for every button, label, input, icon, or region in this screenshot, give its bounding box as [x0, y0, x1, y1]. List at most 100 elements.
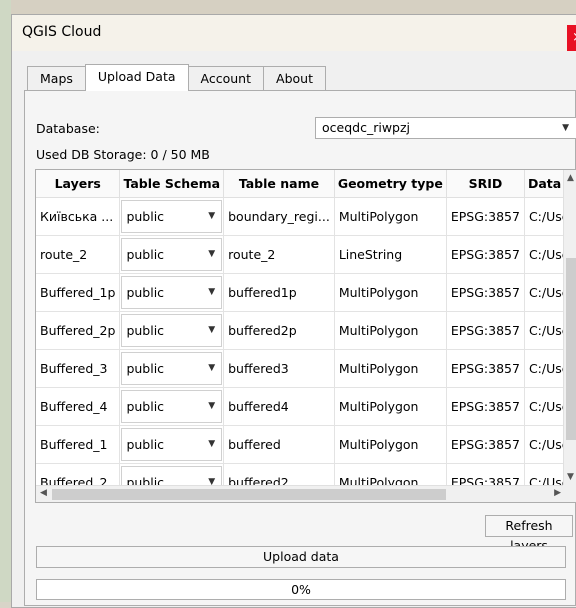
refresh-layers-button[interactable]: Refresh layers — [485, 515, 573, 553]
schema-cell[interactable]: public ▼ — [119, 425, 225, 464]
upload-progress-bar: 0% — [36, 579, 566, 600]
schema-value: public — [126, 322, 165, 338]
schema-select[interactable]: public ▼ — [121, 313, 223, 347]
schema-select[interactable]: public ▼ — [121, 275, 223, 309]
table-row[interactable]: route_2 public ▼ route_2 LineString EPSG:… — [36, 235, 576, 274]
schema-value: public — [126, 436, 165, 452]
table-header-row: Layers Table Schema Table name Geometry … — [36, 170, 576, 198]
schema-cell[interactable]: public ▼ — [119, 273, 225, 312]
table-row[interactable]: Buffered_3 public ▼ buffered3 MultiPolygo… — [36, 349, 576, 388]
layer-cell[interactable]: route_2 — [36, 235, 121, 274]
chevron-down-icon: ▼ — [208, 362, 216, 373]
layer-cell[interactable]: Buffered_1 — [36, 425, 121, 464]
database-select-value: oceqdc_riwpzj — [322, 120, 411, 135]
chevron-down-icon: ▼ — [562, 123, 569, 133]
srid-cell[interactable]: EPSG:3857 — [446, 311, 525, 350]
layers-table[interactable]: Layers Table Schema Table name Geometry … — [35, 169, 576, 503]
scrollbar-corner — [563, 485, 576, 502]
tab-about[interactable]: About — [263, 66, 326, 91]
srid-cell[interactable]: EPSG:3857 — [446, 197, 525, 236]
background-map-edge — [0, 0, 11, 602]
layer-cell[interactable]: Buffered_1p — [36, 273, 121, 312]
scroll-left-icon[interactable]: ◀ — [40, 488, 47, 498]
srid-cell[interactable]: EPSG:3857 — [446, 387, 525, 426]
schema-select[interactable]: public ▼ — [121, 237, 223, 271]
geometry-type-cell[interactable]: LineString — [334, 235, 447, 274]
schema-select[interactable]: public ▼ — [121, 199, 223, 233]
title-bar: QGIS Cloud × — [12, 15, 576, 51]
layer-cell[interactable]: Київська ... — [36, 197, 121, 236]
scroll-right-icon[interactable]: ▶ — [554, 488, 561, 498]
srid-cell[interactable]: EPSG:3857 — [446, 235, 525, 274]
window-title: QGIS Cloud — [22, 24, 102, 40]
close-button[interactable]: × — [567, 25, 576, 51]
srid-cell[interactable]: EPSG:3857 — [446, 425, 525, 464]
geometry-type-cell[interactable]: MultiPolygon — [334, 197, 447, 236]
horizontal-scroll-thumb[interactable] — [52, 489, 446, 500]
column-header-table-schema[interactable]: Table Schema — [119, 170, 225, 198]
table-name-cell[interactable]: route_2 — [223, 235, 335, 274]
table-row[interactable]: Buffered_2p public ▼ buffered2p MultiPoly… — [36, 311, 576, 350]
database-select[interactable]: oceqdc_riwpzj ▼ — [315, 117, 576, 139]
table-name-cell[interactable]: buffered3 — [223, 349, 335, 388]
layer-cell[interactable]: Buffered_3 — [36, 349, 121, 388]
geometry-type-cell[interactable]: MultiPolygon — [334, 349, 447, 388]
schema-value: public — [126, 360, 165, 376]
table-row[interactable]: Buffered_1 public ▼ buffered MultiPolygon… — [36, 425, 576, 464]
column-header-table-name[interactable]: Table name — [223, 170, 335, 198]
scroll-up-icon[interactable]: ▲ — [567, 173, 574, 183]
schema-value: public — [126, 246, 165, 262]
schema-select[interactable]: public ▼ — [121, 351, 223, 385]
schema-cell[interactable]: public ▼ — [119, 349, 225, 388]
chevron-down-icon: ▼ — [208, 438, 216, 449]
schema-select[interactable]: public ▼ — [121, 427, 223, 461]
geometry-type-cell[interactable]: MultiPolygon — [334, 425, 447, 464]
schema-cell[interactable]: public ▼ — [119, 387, 225, 426]
column-header-srid[interactable]: SRID — [446, 170, 525, 198]
tab-upload-data[interactable]: Upload Data — [84, 64, 189, 91]
tab-account[interactable]: Account — [187, 66, 265, 91]
geometry-type-cell[interactable]: MultiPolygon — [334, 273, 447, 312]
tab-maps[interactable]: Maps — [27, 66, 86, 91]
chevron-down-icon: ▼ — [208, 210, 216, 221]
schema-value: public — [126, 284, 165, 300]
chevron-down-icon: ▼ — [208, 286, 216, 297]
table-name-cell[interactable]: boundary_regi... — [223, 197, 335, 236]
geometry-type-cell[interactable]: MultiPolygon — [334, 387, 447, 426]
layer-cell[interactable]: Buffered_4 — [36, 387, 121, 426]
tab-bar: Maps Upload Data Account About — [27, 64, 326, 91]
table-row[interactable]: Buffered_1p public ▼ buffered1p MultiPoly… — [36, 273, 576, 312]
progress-text: 0% — [291, 582, 311, 597]
column-header-layers[interactable]: Layers — [36, 170, 121, 198]
chevron-down-icon: ▼ — [208, 248, 216, 259]
database-label: Database: — [36, 121, 100, 136]
table-row[interactable]: Київська ... public ▼ boundary_regi... Mu… — [36, 197, 576, 236]
scroll-down-icon[interactable]: ▼ — [567, 472, 574, 482]
table-name-cell[interactable]: buffered — [223, 425, 335, 464]
table-name-cell[interactable]: buffered1p — [223, 273, 335, 312]
upload-data-button[interactable]: Upload data — [36, 546, 566, 568]
horizontal-scrollbar[interactable]: ◀ ▶ — [36, 485, 565, 502]
storage-usage: Used DB Storage: 0 / 50 MB — [36, 147, 210, 162]
background-map — [0, 0, 576, 14]
srid-cell[interactable]: EPSG:3857 — [446, 273, 525, 312]
qgis-cloud-dialog: QGIS Cloud × Maps Upload Data Account Ab… — [11, 14, 576, 608]
layer-cell[interactable]: Buffered_2p — [36, 311, 121, 350]
schema-cell[interactable]: public ▼ — [119, 311, 225, 350]
table-row[interactable]: Buffered_4 public ▼ buffered4 MultiPolygo… — [36, 387, 576, 426]
geometry-type-cell[interactable]: MultiPolygon — [334, 311, 447, 350]
vertical-scrollbar[interactable]: ▲ ▼ — [563, 170, 576, 486]
schema-value: public — [126, 398, 165, 414]
chevron-down-icon: ▼ — [208, 324, 216, 335]
schema-cell[interactable]: public ▼ — [119, 235, 225, 274]
chevron-down-icon: ▼ — [208, 400, 216, 411]
vertical-scroll-thumb[interactable] — [566, 258, 576, 440]
srid-cell[interactable]: EPSG:3857 — [446, 349, 525, 388]
table-name-cell[interactable]: buffered2p — [223, 311, 335, 350]
schema-select[interactable]: public ▼ — [121, 389, 223, 423]
table-name-cell[interactable]: buffered4 — [223, 387, 335, 426]
schema-value: public — [126, 208, 165, 224]
upload-data-panel: Database: oceqdc_riwpzj ▼ Used DB Storag… — [24, 90, 576, 606]
column-header-geometry-type[interactable]: Geometry type — [334, 170, 447, 198]
schema-cell[interactable]: public ▼ — [119, 197, 225, 236]
